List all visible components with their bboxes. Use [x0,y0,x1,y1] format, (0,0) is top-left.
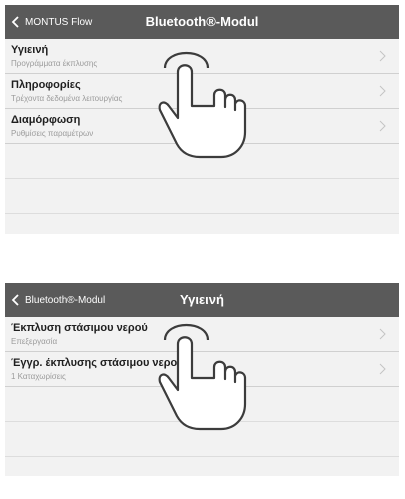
item-title: Υγιεινή [11,44,49,56]
empty-row [5,179,399,214]
item-subtitle: 1 Καταχωρίσεις [11,372,66,381]
item-subtitle: Ρυθμίσεις παραμέτρων [11,129,94,138]
chevron-right-icon [379,120,386,132]
chevron-right-icon [379,50,386,62]
chevron-right-icon [379,328,386,340]
tap-hand-icon [158,51,247,159]
item-title: Έκπλυση στάσιμου νερού [11,322,148,334]
page-title: Bluetooth®-Modul [145,14,259,29]
chevron-right-icon [379,363,386,375]
item-subtitle: Επεξεργασία [11,337,58,346]
item-subtitle: Προγράμματα έκπλυσης [11,59,98,68]
tap-hand-icon [158,323,247,431]
item-title: Πληροφορίες [11,79,81,91]
chevron-right-icon [379,85,386,97]
item-subtitle: Τρέχοντα δεδομένα λειτουργίας [11,94,123,103]
item-title: Διαμόρφωση [11,114,81,126]
header-bar: MONTUS Flow Bluetooth®-Modul [5,5,399,39]
